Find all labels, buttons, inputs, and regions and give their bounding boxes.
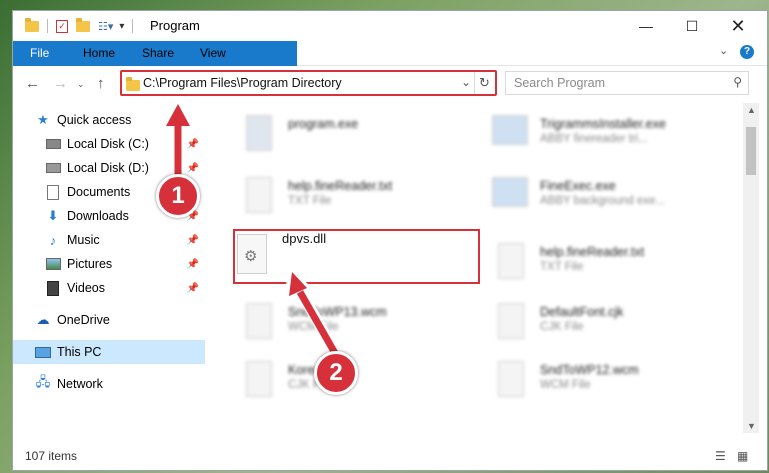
step-2-badge: 2 [314, 351, 358, 395]
step-1-badge: 1 [156, 174, 200, 218]
arrow-1 [162, 100, 194, 191]
annotation-arrows [162, 100, 344, 364]
arrow-2 [284, 266, 344, 364]
